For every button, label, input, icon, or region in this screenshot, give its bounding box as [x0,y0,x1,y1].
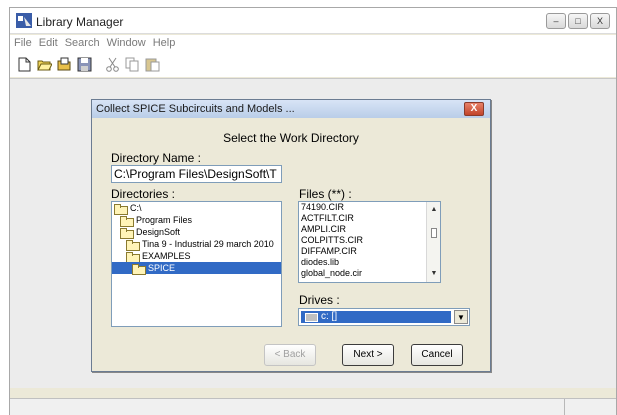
collect-spice-dialog: Collect SPICE Subcircuits and Models ...… [91,99,491,372]
cut-icon[interactable] [105,57,120,72]
chevron-down-icon[interactable]: ▼ [454,310,468,324]
directory-name-label: Directory Name : [111,151,202,165]
directory-label: DesignSoft [136,227,181,237]
directory-item[interactable]: SPICE [112,262,281,275]
files-label: Files (**) : [299,187,352,201]
window-controls: – □ X [546,13,610,29]
status-bar [10,398,616,415]
files-rows: 74190.CIR ACTFILT.CIR AMPLI.CIR COLPITTS.CI… [299,202,440,279]
menu-edit[interactable]: Edit [35,35,58,53]
directory-item[interactable]: Tina 9 - Industrial 29 march 2010 [112,238,281,251]
directory-name-field[interactable]: C:\Program Files\DesignSoft\T [111,165,282,183]
minimize-button[interactable]: – [546,13,566,29]
paste-icon[interactable] [145,57,160,72]
files-list[interactable]: 74190.CIR ACTFILT.CIR AMPLI.CIR COLPITTS.CI… [298,201,441,283]
drive-value: c: [] [321,311,338,322]
scroll-down-icon[interactable]: ▼ [429,270,439,280]
menu-window[interactable]: Window [103,35,146,53]
directory-item[interactable]: C:\ [112,202,281,215]
back-button[interactable]: < Back [264,344,316,366]
dialog-heading: Select the Work Directory [223,131,359,145]
menu-bar: File Edit Search Window Help [10,35,616,53]
menu-help[interactable]: Help [149,35,176,53]
open-icon[interactable] [37,57,52,72]
directory-label: Tina 9 - Industrial 29 march 2010 [142,239,274,249]
dialog-title-bar: Collect SPICE Subcircuits and Models ...… [92,100,490,118]
folder-icon [132,263,146,275]
file-item[interactable]: DIFFAMP.CIR [299,246,440,257]
drives-select[interactable]: c: [] ▼ [298,308,470,326]
drives-label: Drives : [299,293,340,307]
file-item[interactable]: COLPITTS.CIR [299,235,440,246]
file-item[interactable]: 74190.CIR [299,202,440,213]
folder-icon [114,203,128,215]
directory-label: SPICE [148,263,176,273]
file-item[interactable]: AMPLI.CIR [299,224,440,235]
folder-icon [120,227,134,239]
directory-label: EXAMPLES [142,251,191,261]
next-button[interactable]: Next > [342,344,394,366]
directory-item[interactable]: Program Files [112,214,281,227]
scroll-up-icon[interactable]: ▲ [429,206,439,216]
cancel-button[interactable]: Cancel [411,344,463,366]
menu-search[interactable]: Search [61,35,100,53]
scroll-thumb[interactable] [431,228,437,238]
status-separator [564,399,565,415]
drive-selected: c: [] [301,311,451,323]
menu-file[interactable]: File [10,35,32,53]
copy-icon[interactable] [125,57,140,72]
open-folder-icon[interactable] [57,57,72,72]
directories-label: Directories : [111,187,176,201]
folder-icon [120,215,134,227]
file-item[interactable]: ACTFILT.CIR [299,213,440,224]
new-icon[interactable] [17,57,32,72]
file-item[interactable]: diodes.lib [299,257,440,268]
folder-icon [126,239,140,251]
app-title: Library Manager [36,15,124,29]
directory-item[interactable]: DesignSoft [112,226,281,239]
library-manager-app-icon [16,13,32,28]
directory-item[interactable]: EXAMPLES [112,250,281,263]
directory-label: Program Files [136,215,193,225]
save-icon[interactable] [77,57,92,72]
directories-list[interactable]: C:\ Program Files DesignSoft Tina 9 - Indus… [111,201,282,327]
dialog-close-button[interactable]: X [464,102,484,116]
drive-icon [305,312,318,322]
folder-icon [126,251,140,263]
file-item[interactable]: global_node.cir [299,268,440,279]
dialog-title: Collect SPICE Subcircuits and Models ... [96,103,295,115]
close-button[interactable]: X [590,13,610,29]
files-scrollbar[interactable]: ▲ ▼ [426,202,440,282]
maximize-button[interactable]: □ [568,13,588,29]
toolbar [10,53,616,77]
title-bar: Library Manager – □ X [10,8,616,34]
directory-label: C:\ [130,203,142,213]
